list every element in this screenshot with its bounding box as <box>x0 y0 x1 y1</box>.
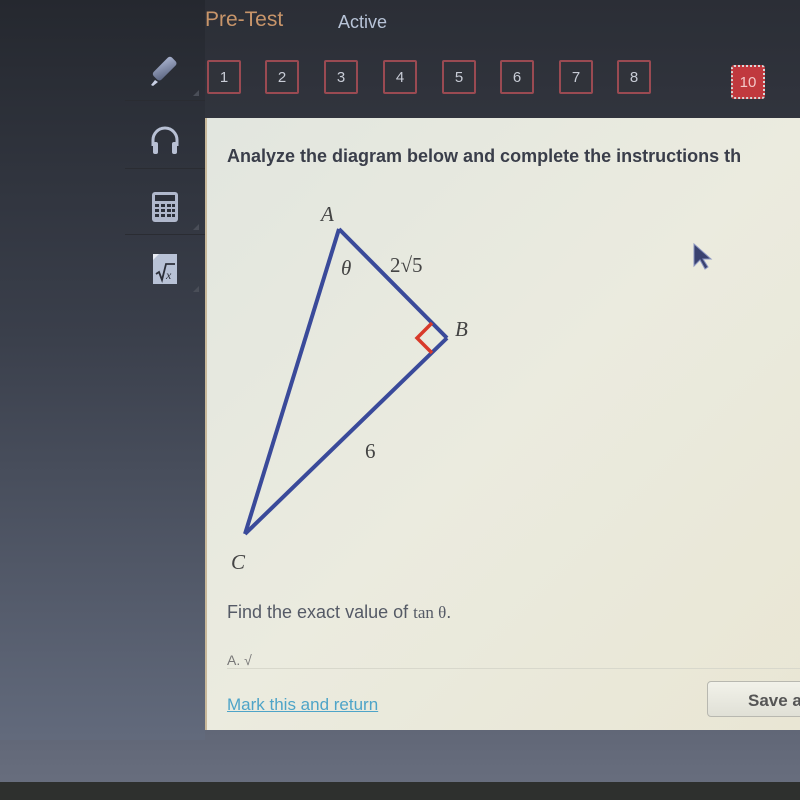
vertex-a-label: A <box>319 202 334 226</box>
monitor-bezel <box>0 782 800 800</box>
audio-tool-button[interactable] <box>125 112 205 169</box>
test-status: Active <box>338 12 388 32</box>
question-navigation: 1 2 3 4 5 6 7 8 9 10 <box>0 60 800 100</box>
question-text: Find the exact value of tan θ. <box>227 602 451 623</box>
top-bar: Pre-Test Active <box>0 0 800 46</box>
side-ab <box>337 227 449 340</box>
headphones-icon <box>151 126 179 154</box>
tool-corner-marker <box>193 224 199 230</box>
triangle-diagram: A B C θ 2√5 6 <box>231 202 468 574</box>
formula-sheet-icon: x <box>153 254 177 284</box>
right-angle-marker <box>414 321 434 355</box>
question-button-5[interactable]: 5 <box>442 60 476 94</box>
question-button-8[interactable]: 8 <box>617 60 651 94</box>
highlighter-tool-button[interactable] <box>125 44 205 101</box>
formula-tool-button[interactable]: x <box>125 240 205 296</box>
question-panel: Analyze the diagram below and complete t… <box>205 118 800 730</box>
question-prefix: Find the exact value of <box>227 602 414 622</box>
question-button-6[interactable]: 6 <box>500 60 534 94</box>
vertex-c-label: C <box>231 550 246 574</box>
side-bc-length: 6 <box>365 439 376 463</box>
tool-corner-marker <box>193 90 199 96</box>
save-button[interactable]: Save a <box>707 681 800 717</box>
calculator-tool-button[interactable] <box>125 178 205 235</box>
highlighter-icon <box>151 56 177 86</box>
question-button-2[interactable]: 2 <box>265 60 299 94</box>
question-button-10-current[interactable]: 10 <box>731 65 765 99</box>
answer-option-a-partial[interactable]: A. √ <box>227 652 800 669</box>
mark-and-return-link[interactable]: Mark this and return <box>227 695 378 715</box>
side-ab-length: 2√5 <box>390 253 423 277</box>
question-button-7[interactable]: 7 <box>559 60 593 94</box>
question-math: tan θ <box>413 603 447 622</box>
svg-text:x: x <box>165 268 172 282</box>
tool-corner-marker <box>193 286 199 292</box>
question-button-4[interactable]: 4 <box>383 60 417 94</box>
background-shade <box>0 0 205 740</box>
question-button-1[interactable]: 1 <box>207 60 241 94</box>
angle-theta-label: θ <box>341 256 351 280</box>
question-suffix: . <box>446 602 452 622</box>
calculator-icon <box>152 192 178 222</box>
vertex-b-label: B <box>455 317 468 341</box>
mouse-cursor-icon <box>693 242 713 270</box>
test-title: Pre-Test <box>205 8 284 31</box>
question-button-3[interactable]: 3 <box>324 60 358 94</box>
